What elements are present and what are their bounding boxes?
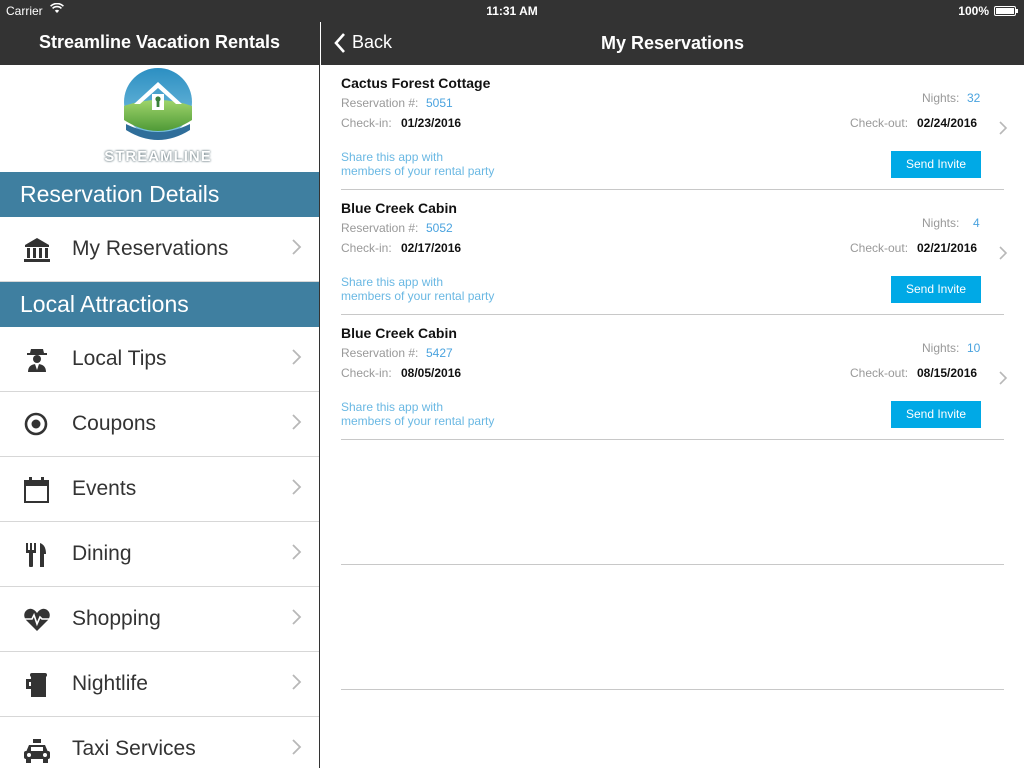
- reservation-number: 5427: [426, 346, 453, 360]
- check-in-date: 08/05/2016: [401, 366, 462, 380]
- taxi-icon: [22, 735, 52, 765]
- clock: 11:31 AM: [486, 4, 538, 18]
- check-out-date: 02/21/2016: [917, 241, 978, 255]
- share-text-line1: Share this app with: [341, 150, 444, 164]
- share-text: Share this app with members of your rent…: [341, 400, 494, 428]
- spy-icon: [22, 345, 52, 375]
- logo: STREAMLINE: [0, 65, 319, 172]
- check-in-date: 01/23/2016: [401, 116, 462, 130]
- sidebar-item-events[interactable]: Events: [0, 457, 319, 522]
- check-out-label: Check-out:: [850, 241, 909, 255]
- share-text: Share this app with members of your rent…: [341, 275, 494, 303]
- share-text-line2: members of your rental party: [341, 289, 495, 303]
- calendar-icon: [22, 475, 52, 505]
- sidebar-item-label: Shopping: [72, 607, 161, 630]
- send-invite-button[interactable]: Send Invite: [891, 151, 981, 178]
- property-name: Cactus Forest Cottage: [341, 75, 491, 91]
- status-bar: Carrier 11:31 AM 100%: [0, 0, 1024, 22]
- chevron-right-icon: [998, 245, 1008, 261]
- sidebar-item-label: Taxi Services: [72, 737, 196, 760]
- chevron-right-icon: [291, 737, 303, 757]
- check-out-label: Check-out:: [850, 116, 909, 130]
- reservation-row[interactable]: Blue Creek Cabin Reservation #: 5052 Che…: [341, 190, 1008, 315]
- nights-count: 32: [967, 91, 981, 105]
- nights-count: 10: [967, 341, 981, 355]
- check-in-label: Check-in:: [341, 116, 392, 130]
- share-text-line2: members of your rental party: [341, 164, 495, 178]
- target-icon: [22, 410, 52, 440]
- property-name: Blue Creek Cabin: [341, 200, 457, 216]
- battery-percent: 100%: [958, 4, 989, 18]
- empty-row: [341, 565, 1004, 690]
- reservation-row[interactable]: Blue Creek Cabin Reservation #: 5427 Che…: [341, 315, 1008, 440]
- sidebar-item-label: Coupons: [72, 412, 157, 435]
- send-invite-button[interactable]: Send Invite: [891, 401, 981, 428]
- chevron-right-icon: [998, 370, 1008, 386]
- nights-label: Nights:: [922, 216, 960, 230]
- reservation-number: 5051: [426, 96, 453, 110]
- nights-count: 4: [973, 216, 980, 230]
- sidebar-item-label: Local Tips: [72, 347, 167, 370]
- chevron-right-icon: [291, 672, 303, 692]
- reservations-list: Cactus Forest Cottage Reservation #: 505…: [321, 65, 1024, 768]
- sidebar-item-dining[interactable]: Dining: [0, 522, 319, 587]
- bank-icon: [22, 235, 52, 265]
- check-out-label: Check-out:: [850, 366, 909, 380]
- send-invite-button[interactable]: Send Invite: [891, 276, 981, 303]
- sidebar-item-label: Nightlife: [72, 672, 148, 695]
- logo-text: STREAMLINE: [104, 148, 212, 165]
- chevron-right-icon: [291, 237, 303, 257]
- sidebar-item-label: Events: [72, 477, 137, 500]
- share-text-line2: members of your rental party: [341, 414, 495, 428]
- reservation-number: 5052: [426, 221, 453, 235]
- section-reservation-details: Reservation Details: [0, 172, 319, 217]
- streamline-logo-icon: [124, 68, 192, 140]
- chevron-right-icon: [291, 347, 303, 367]
- sidebar-item-taxi-services[interactable]: Taxi Services: [0, 717, 319, 768]
- sidebar-item-nightlife[interactable]: Nightlife: [0, 652, 319, 717]
- beer-icon: [22, 670, 52, 700]
- reservation-number-label: Reservation #:: [341, 346, 419, 360]
- sidebar-title: Streamline Vacation Rentals: [0, 22, 319, 65]
- nights-label: Nights:: [922, 341, 960, 355]
- sidebar-item-local-tips[interactable]: Local Tips: [0, 327, 319, 392]
- nights-label: Nights:: [922, 91, 960, 105]
- property-name: Blue Creek Cabin: [341, 325, 457, 341]
- sidebar-item-shopping[interactable]: Shopping: [0, 587, 319, 652]
- chevron-right-icon: [998, 120, 1008, 136]
- share-text: Share this app with members of your rent…: [341, 150, 494, 178]
- reservation-number-label: Reservation #:: [341, 96, 419, 110]
- check-in-date: 02/17/2016: [401, 241, 462, 255]
- heartbeat-icon: [22, 605, 52, 635]
- check-in-label: Check-in:: [341, 241, 392, 255]
- battery-icon: [994, 6, 1018, 16]
- sidebar-item-label: Dining: [72, 542, 132, 565]
- chevron-right-icon: [291, 542, 303, 562]
- page-title: My Reservations: [600, 33, 745, 53]
- reservation-number-label: Reservation #:: [341, 221, 419, 235]
- section-local-attractions: Local Attractions: [0, 282, 319, 327]
- main-navbar: Back My Reservations: [321, 22, 1024, 65]
- fork-knife-icon: [22, 540, 52, 570]
- share-text-line1: Share this app with: [341, 275, 444, 289]
- check-out-date: 02/24/2016: [917, 116, 978, 130]
- chevron-right-icon: [291, 412, 303, 432]
- sidebar-item-coupons[interactable]: Coupons: [0, 392, 319, 457]
- sidebar-item-label: My Reservations: [72, 237, 229, 260]
- sidebar: Streamline Vacation Rentals STREAMLINE R…: [0, 22, 320, 768]
- check-out-date: 08/15/2016: [917, 366, 978, 380]
- empty-row: [341, 440, 1004, 565]
- reservation-row[interactable]: Cactus Forest Cottage Reservation #: 505…: [341, 65, 1008, 190]
- chevron-right-icon: [291, 607, 303, 627]
- sidebar-item-my-reservations[interactable]: My Reservations: [0, 217, 319, 282]
- chevron-right-icon: [291, 477, 303, 497]
- check-in-label: Check-in:: [341, 366, 392, 380]
- share-text-line1: Share this app with: [341, 400, 444, 414]
